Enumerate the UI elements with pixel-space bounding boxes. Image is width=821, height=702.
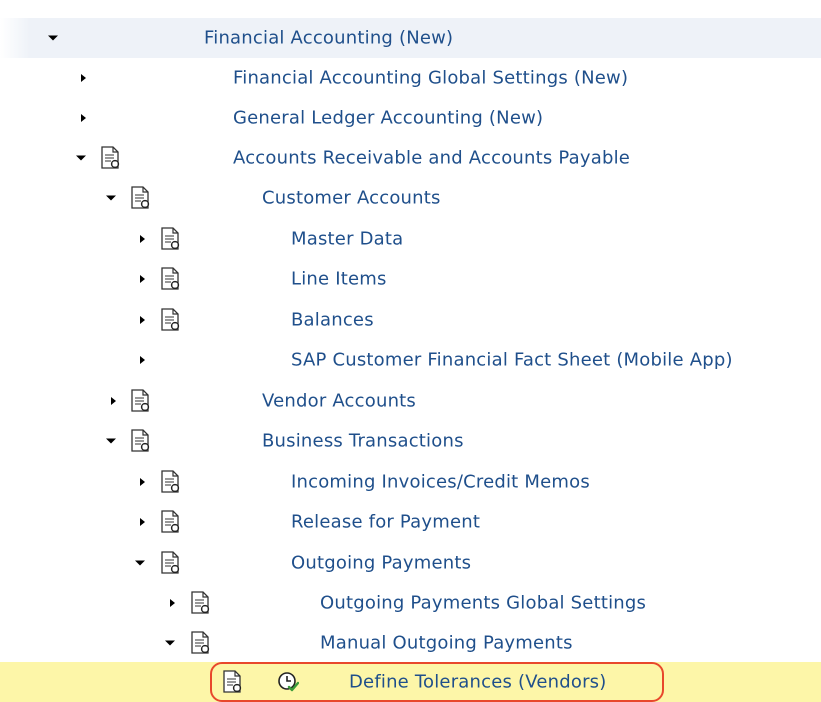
document-icon[interactable] xyxy=(160,267,182,291)
tree-node-financial-accounting[interactable]: Financial Accounting (New) xyxy=(0,18,821,58)
tree-node-line-items[interactable]: Line Items xyxy=(0,259,821,299)
expand-arrow-icon[interactable] xyxy=(81,114,86,122)
tree-node-vendor-accounts[interactable]: Vendor Accounts xyxy=(0,381,821,421)
tree-node-outgoing-payments[interactable]: Outgoing Payments xyxy=(0,543,821,583)
document-icon[interactable] xyxy=(190,631,212,655)
expand-arrow-icon[interactable] xyxy=(140,316,145,324)
document-icon[interactable] xyxy=(130,429,152,453)
expand-arrow-icon[interactable] xyxy=(81,74,86,82)
expand-arrow-icon[interactable] xyxy=(170,599,175,607)
tree-node-master-data[interactable]: Master Data xyxy=(0,219,821,259)
document-icon[interactable] xyxy=(160,470,182,494)
tree-node-manual-outgoing-payments[interactable]: Manual Outgoing Payments xyxy=(0,623,821,663)
tree-node-sap-fact-sheet[interactable]: SAP Customer Financial Fact Sheet (Mobil… xyxy=(0,340,821,380)
expand-arrow-icon[interactable] xyxy=(140,356,145,364)
tree-node-customer-accounts[interactable]: Customer Accounts xyxy=(0,178,821,218)
tree-node-business-transactions[interactable]: Business Transactions xyxy=(0,421,821,461)
tree-node-label[interactable]: Master Data xyxy=(291,229,403,250)
tree-node-label[interactable]: Line Items xyxy=(291,269,387,290)
document-icon[interactable] xyxy=(160,551,182,575)
tree-node-label[interactable]: Manual Outgoing Payments xyxy=(320,633,573,654)
document-icon[interactable] xyxy=(160,227,182,251)
expand-arrow-icon[interactable] xyxy=(140,275,145,283)
tree-node-general-ledger[interactable]: General Ledger Accounting (New) xyxy=(0,98,821,138)
collapse-arrow-icon[interactable] xyxy=(106,438,116,444)
tree-node-label[interactable]: Release for Payment xyxy=(291,512,480,533)
img-tree: Financial Accounting (New) Financial Acc… xyxy=(0,0,821,702)
document-icon[interactable] xyxy=(222,670,244,694)
execute-clock-icon[interactable] xyxy=(277,671,300,693)
document-icon[interactable] xyxy=(160,308,182,332)
expand-arrow-icon[interactable] xyxy=(140,478,145,486)
tree-node-label[interactable]: SAP Customer Financial Fact Sheet (Mobil… xyxy=(291,350,733,371)
tree-node-outgoing-global-settings[interactable]: Outgoing Payments Global Settings xyxy=(0,583,821,623)
tree-node-label[interactable]: Outgoing Payments xyxy=(291,553,471,574)
expand-arrow-icon[interactable] xyxy=(111,397,116,405)
tree-node-label[interactable]: Balances xyxy=(291,310,374,331)
tree-node-balances[interactable]: Balances xyxy=(0,300,821,340)
tree-node-release-for-payment[interactable]: Release for Payment xyxy=(0,502,821,542)
tree-node-fa-global-settings[interactable]: Financial Accounting Global Settings (Ne… xyxy=(0,58,821,98)
document-icon[interactable] xyxy=(190,591,212,615)
tree-node-incoming-invoices[interactable]: Incoming Invoices/Credit Memos xyxy=(0,462,821,502)
document-icon[interactable] xyxy=(100,146,122,170)
tree-node-label[interactable]: General Ledger Accounting (New) xyxy=(233,108,543,129)
collapse-arrow-icon[interactable] xyxy=(76,155,86,161)
expand-arrow-icon[interactable] xyxy=(140,518,145,526)
collapse-arrow-icon[interactable] xyxy=(106,195,116,201)
tree-node-label[interactable]: Customer Accounts xyxy=(262,188,441,209)
document-icon[interactable] xyxy=(160,510,182,534)
tree-node-label[interactable]: Business Transactions xyxy=(262,431,464,452)
collapse-arrow-icon[interactable] xyxy=(135,560,145,566)
tree-node-label[interactable]: Vendor Accounts xyxy=(262,391,416,412)
document-icon[interactable] xyxy=(130,389,152,413)
tree-node-label[interactable]: Accounts Receivable and Accounts Payable xyxy=(233,148,630,169)
tree-node-label[interactable]: Financial Accounting (New) xyxy=(204,28,453,49)
document-icon[interactable] xyxy=(130,186,152,210)
tree-node-ar-ap[interactable]: Accounts Receivable and Accounts Payable xyxy=(0,138,821,178)
tree-node-label[interactable]: Incoming Invoices/Credit Memos xyxy=(291,472,590,493)
tree-node-label[interactable]: Financial Accounting Global Settings (Ne… xyxy=(233,68,628,89)
tree-node-label[interactable]: Define Tolerances (Vendors) xyxy=(349,672,606,693)
collapse-arrow-icon[interactable] xyxy=(165,640,175,646)
expand-arrow-icon[interactable] xyxy=(140,235,145,243)
tree-node-label[interactable]: Outgoing Payments Global Settings xyxy=(320,593,646,614)
tree-node-define-tolerances-vendors[interactable]: Define Tolerances (Vendors) xyxy=(0,662,821,702)
collapse-arrow-icon[interactable] xyxy=(48,35,58,41)
